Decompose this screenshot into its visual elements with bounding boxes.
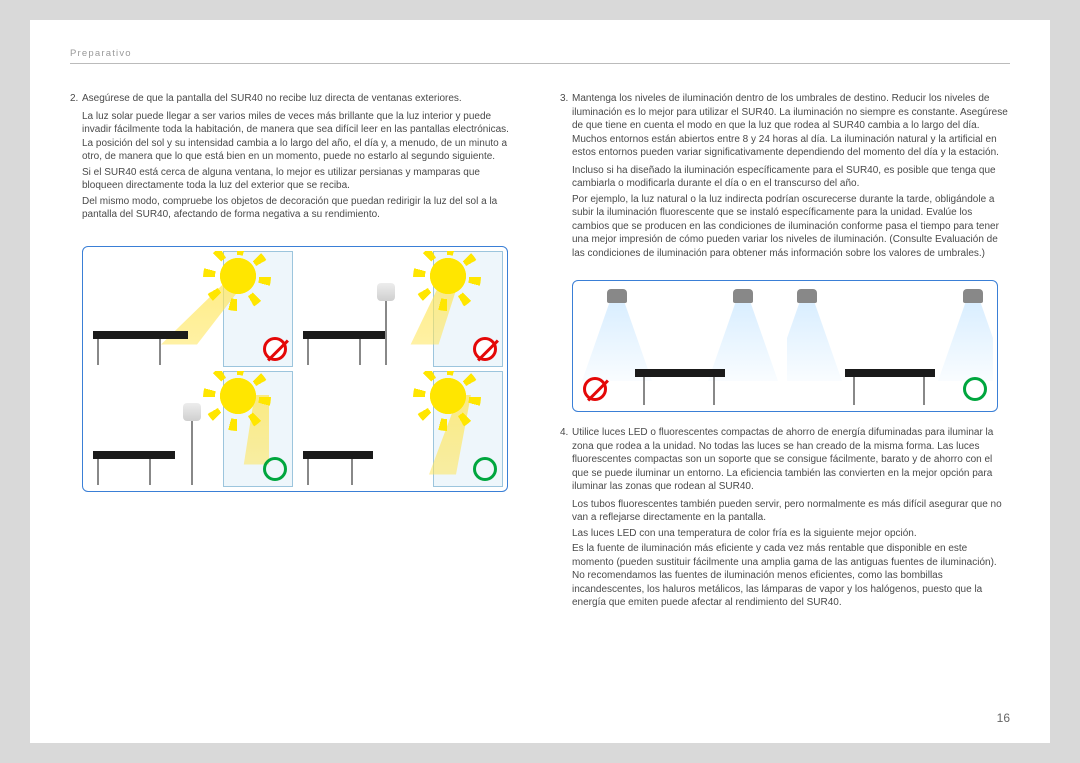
- item-number: 2.: [70, 92, 78, 106]
- fig-cell-direct-on-table: [87, 251, 293, 367]
- fig-cell-away-from-table: [297, 371, 503, 487]
- item4-p3: Es la fuente de iluminación más eficient…: [560, 542, 1010, 610]
- fig-cell-lamp-over-table: [577, 285, 783, 407]
- item2-p3: Del mismo modo, compruebe los objetos de…: [70, 195, 520, 222]
- item4-p2: Las luces LED con una temperatura de col…: [560, 527, 1010, 541]
- document-page: Preparativo 2. Asegúrese de que la panta…: [30, 20, 1050, 743]
- list-item-4: 4. Utilice luces LED o fluorescentes com…: [560, 426, 1010, 494]
- two-column-layout: 2. Asegúrese de que la pantalla del SUR4…: [70, 92, 1010, 612]
- allowed-icon: [263, 457, 287, 481]
- item3-p1: Incluso si ha diseñado la iluminación es…: [560, 164, 1010, 191]
- fig-cell-blinds-block: [87, 371, 293, 487]
- prohibited-icon: [583, 377, 607, 401]
- item4-p1: Los tubos fluorescentes también pueden s…: [560, 498, 1010, 525]
- header-rule: [70, 63, 1010, 64]
- allowed-icon: [473, 457, 497, 481]
- item2-p2: Si el SUR40 está cerca de alguna ventana…: [70, 166, 520, 193]
- prohibited-icon: [473, 337, 497, 361]
- sunlight-figure: [82, 246, 508, 492]
- left-column: 2. Asegúrese de que la pantalla del SUR4…: [70, 92, 520, 612]
- item-lead: Mantenga los niveles de iluminación dent…: [572, 93, 1008, 158]
- item-lead: Utilice luces LED o fluorescentes compac…: [572, 427, 993, 492]
- item-number: 3.: [560, 92, 568, 106]
- list-item-2: 2. Asegúrese de que la pantalla del SUR4…: [70, 92, 520, 106]
- section-header: Preparativo: [70, 48, 1010, 59]
- page-number: 16: [997, 711, 1010, 725]
- prohibited-icon: [263, 337, 287, 361]
- fig-cell-lamp-away: [787, 285, 993, 407]
- item-lead: Asegúrese de que la pantalla del SUR40 n…: [82, 93, 462, 104]
- item-number: 4.: [560, 426, 568, 440]
- item2-p1: La luz solar puede llegar a ser varios m…: [70, 110, 520, 164]
- ceiling-lamps-figure: [572, 280, 998, 412]
- list-item-3: 3. Mantenga los niveles de iluminación d…: [560, 92, 1010, 160]
- right-column: 3. Mantenga los niveles de iluminación d…: [560, 92, 1010, 612]
- item3-p2: Por ejemplo, la luz natural o la luz ind…: [560, 193, 1010, 261]
- fig-cell-reflected-pole: [297, 251, 503, 367]
- allowed-icon: [963, 377, 987, 401]
